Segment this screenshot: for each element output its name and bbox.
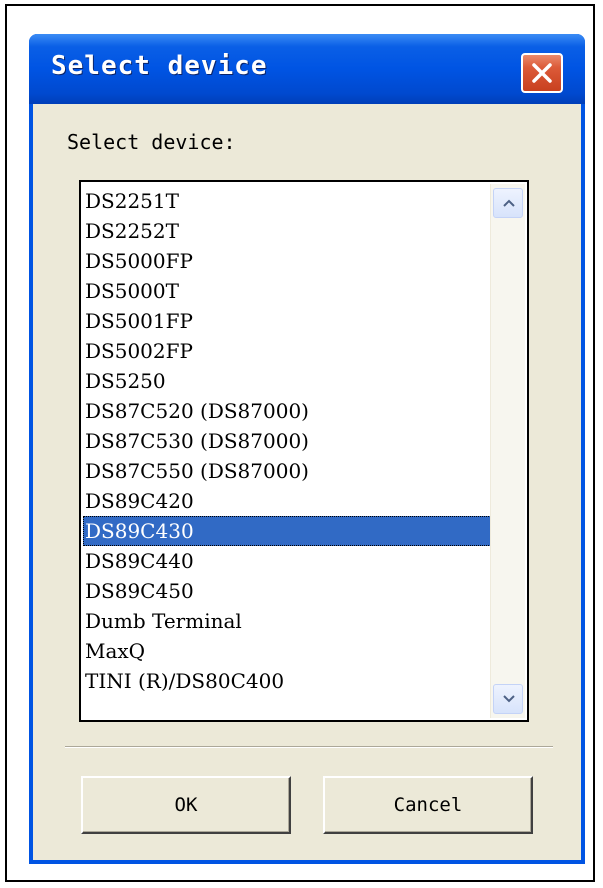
device-list-item[interactable]: TINI (R)/DS80C400: [83, 666, 493, 696]
dialog-body: Select device: DS2251T DS2252T DS5000FP DS5…: [33, 104, 581, 860]
device-list-item[interactable]: DS5000FP: [83, 246, 493, 276]
select-device-label: Select device:: [67, 130, 236, 154]
device-list-item[interactable]: DS89C420: [83, 486, 493, 516]
device-list-item[interactable]: Dumb Terminal: [83, 606, 493, 636]
title-bar[interactable]: Select device: [29, 34, 585, 104]
device-list-item[interactable]: DS5001FP: [83, 306, 493, 336]
scroll-down-button[interactable]: [493, 684, 523, 714]
close-x-icon: [532, 63, 552, 83]
device-list-item[interactable]: DS5002FP: [83, 336, 493, 366]
ok-button[interactable]: OK: [81, 776, 291, 834]
select-device-dialog: Select device Select device: DS2251T DS22…: [29, 34, 585, 864]
device-list-item[interactable]: DS5000T: [83, 276, 493, 306]
chevron-down-icon: [503, 695, 515, 703]
device-list-item[interactable]: DS2251T: [83, 186, 493, 216]
device-list-item[interactable]: DS89C440: [83, 546, 493, 576]
device-list-item[interactable]: DS89C430: [83, 516, 493, 546]
vertical-scrollbar[interactable]: [490, 184, 525, 718]
device-listbox[interactable]: DS2251T DS2252T DS5000FP DS5000T DS5001FP DS5…: [79, 180, 529, 722]
chevron-up-icon: [503, 199, 515, 207]
dialog-title: Select device: [51, 51, 268, 81]
scroll-up-button[interactable]: [493, 188, 523, 218]
device-list-item[interactable]: DS87C520 (DS87000): [83, 396, 493, 426]
separator: [65, 746, 553, 748]
device-list-item[interactable]: DS89C450: [83, 576, 493, 606]
device-list-item[interactable]: DS2252T: [83, 216, 493, 246]
close-button[interactable]: [521, 53, 563, 93]
cancel-button[interactable]: Cancel: [323, 776, 533, 834]
device-list-item[interactable]: MaxQ: [83, 636, 493, 666]
device-list: DS2251T DS2252T DS5000FP DS5000T DS5001FP DS5…: [83, 186, 493, 696]
device-list-item[interactable]: DS87C530 (DS87000): [83, 426, 493, 456]
device-list-item[interactable]: DS5250: [83, 366, 493, 396]
device-list-item[interactable]: DS87C550 (DS87000): [83, 456, 493, 486]
